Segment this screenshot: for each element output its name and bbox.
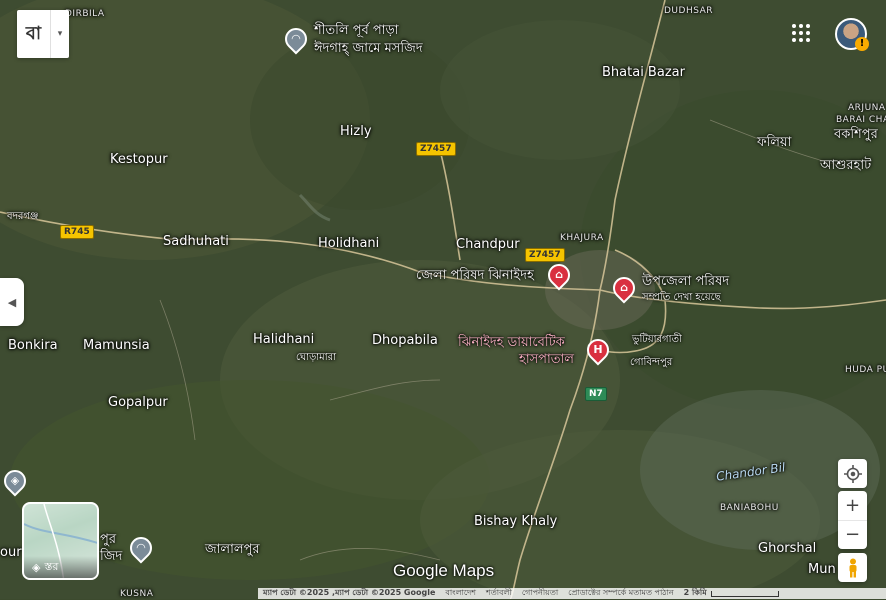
place-label: গোবিন্দপুর	[630, 357, 673, 368]
place-label: Gopalpur	[108, 395, 168, 410]
pegman-icon	[849, 558, 856, 577]
poi-label[interactable]: হাসপাতাল	[519, 352, 574, 367]
zoom-out-button[interactable]: −	[838, 521, 867, 550]
my-location-button[interactable]	[838, 459, 867, 488]
place-label: বদরগঞ্জ	[7, 211, 39, 222]
collapse-panel-button[interactable]: ◀	[0, 278, 24, 326]
place-label: Holidhani	[318, 236, 380, 251]
place-label: DUDHSAR	[664, 6, 714, 16]
place-label: KHAJURA	[560, 233, 604, 243]
country-link[interactable]: বাংলাদেশ	[440, 587, 481, 600]
place-label: পুর	[100, 532, 116, 547]
place-label: Mun	[808, 562, 836, 577]
place-label: Bonkira	[8, 338, 58, 353]
location-target-icon	[843, 464, 862, 483]
apps-grid-icon[interactable]	[792, 24, 814, 46]
place-label: HUDA PU	[845, 365, 886, 375]
place-label: Kestopur	[110, 152, 168, 167]
place-label: আশুরহাট	[820, 158, 872, 173]
place-label: BANIABOHU	[720, 503, 779, 513]
layers-toggle[interactable]: ◈ স্তর	[22, 502, 99, 580]
place-label: Bhatai Bazar	[602, 65, 685, 80]
road-shield: R745	[60, 225, 94, 239]
place-label: Halidhani	[253, 332, 315, 347]
place-label: Bishay Khaly	[474, 514, 558, 529]
footer-bar: ম্যাপ ডেটা ©2025 ,ম্যাপ ডেটা ©2025 Googl…	[258, 588, 886, 599]
feedback-link[interactable]: প্রোডাক্টের সম্পর্কে মতামত পাঠান	[563, 587, 679, 600]
street-view-pegman-button[interactable]	[838, 553, 867, 582]
layers-label: স্তর	[44, 559, 59, 573]
place-label: ঘোড়ামারা	[296, 352, 337, 363]
poi-label[interactable]: শীতলি পূর্ব পাড়া	[314, 23, 399, 38]
road-shield: Z7457	[416, 142, 456, 156]
map-canvas[interactable]: DIRBILA DUDHSAR শীতলি পূর্ব পাড়া ঈদগাহ্…	[0, 0, 886, 599]
place-label: Mamunsia	[83, 338, 150, 353]
language-label[interactable]: বা	[17, 10, 50, 58]
poi-label[interactable]: উপজেলা পরিষদ	[642, 274, 729, 289]
place-label: বকশিপুর	[834, 127, 878, 142]
place-label: জালালপুর	[205, 542, 260, 557]
scale-bar[interactable]: 2 কিমি	[679, 587, 784, 600]
place-label: Hizly	[340, 124, 372, 139]
poi-label[interactable]: ঝিনাইদহ ডায়াবেটিক	[458, 335, 565, 350]
place-label: ARJUNA	[848, 103, 886, 113]
map-attribution: ম্যাপ ডেটা ©2025 ,ম্যাপ ডেটা ©2025 Googl…	[263, 588, 436, 597]
chevron-down-icon[interactable]: ▾	[50, 10, 69, 58]
place-label: Chandpur	[456, 237, 520, 252]
poi-label[interactable]: ঈদগাহ্ জামে মসজিদ	[314, 41, 423, 56]
place-label: Dhopabila	[372, 333, 438, 348]
google-maps-logo: Google Maps	[393, 561, 495, 580]
layers-icon: ◈	[32, 560, 41, 574]
place-label: ভুটিয়ারগাতী	[632, 334, 682, 345]
place-label: BARAI CHA	[836, 115, 886, 125]
warning-badge-icon: !	[855, 37, 869, 51]
scale-bar-line	[710, 590, 779, 597]
zoom-control: + −	[838, 491, 867, 549]
place-label: DIRBILA	[65, 9, 105, 19]
poi-label[interactable]: জেলা পরিষদ ঝিনাইদহ	[416, 268, 534, 283]
place-label: Sadhuhati	[163, 234, 229, 249]
road-shield: Z7457	[525, 248, 565, 262]
language-selector[interactable]: বা ▾	[17, 10, 69, 58]
place-label: our	[0, 545, 22, 560]
place-label: Ghorshal	[758, 541, 817, 556]
place-label: KUSNA	[120, 589, 154, 599]
zoom-in-button[interactable]: +	[838, 491, 867, 521]
poi-sublabel: সম্প্রতি দেখা হয়েছে	[642, 292, 721, 303]
chevron-left-icon: ◀	[7, 295, 17, 309]
place-label: ফলিয়া	[757, 135, 792, 150]
place-label: জিদ	[100, 549, 123, 564]
privacy-link[interactable]: গোপনীয়তা	[517, 587, 563, 600]
terms-link[interactable]: শর্তাবলী	[481, 587, 517, 600]
road-shield: N7	[585, 387, 607, 401]
